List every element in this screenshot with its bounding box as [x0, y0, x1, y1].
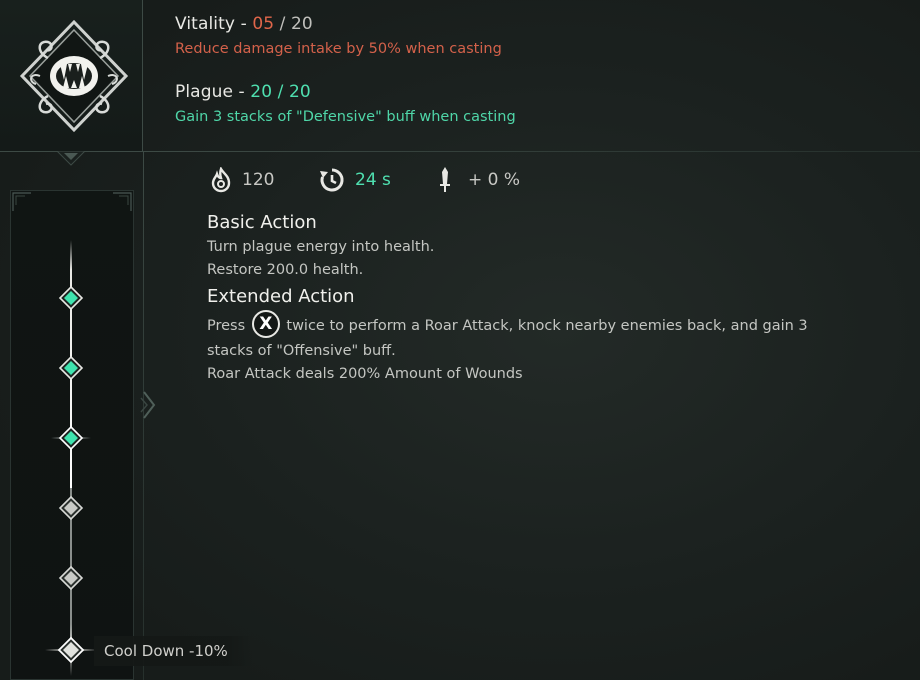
basic-action-description: Turn plague energy into health. Restore …: [207, 236, 847, 282]
extended-action-line: Press X twice to perform a Roar Attack, …: [207, 310, 847, 340]
extended-action-line: Roar Attack deals 200% Amount of Wounds: [207, 366, 523, 382]
skill-detail-panel: Vitality - 05 / 20 Reduce damage intake …: [0, 0, 920, 680]
x-button-icon: X: [251, 310, 280, 338]
node-selected[interactable]: [43, 622, 99, 678]
fanged-maw-icon: [19, 19, 129, 133]
extended-action-text: twice to perform a Roar Attack, knock ne…: [286, 318, 808, 334]
trait-name: Vitality: [175, 14, 236, 34]
node-unlocked[interactable]: [57, 354, 85, 382]
extended-action-description: Press X twice to perform a Roar Attack, …: [207, 310, 847, 386]
basic-action-line: Turn plague energy into health.: [207, 239, 435, 255]
chevron-right-icon: [140, 391, 156, 419]
trait-separator: -: [240, 14, 253, 34]
skill-icon-frame[interactable]: [0, 0, 143, 152]
extended-action-line: stacks of "Offensive" buff.: [207, 343, 396, 359]
energy-cost-value: 120: [242, 170, 275, 190]
trait-description: Reduce damage intake by 50% when casting: [175, 41, 502, 57]
energy-cost-stat: 120: [210, 166, 274, 194]
cooldown-stat: 24 s: [319, 166, 391, 194]
cooldown-timer-icon: [320, 168, 344, 192]
trait-slash: /: [277, 82, 289, 102]
trait-plague: Plague - 20 / 20: [175, 82, 311, 102]
node-locked[interactable]: [57, 564, 85, 592]
basic-action-line: Restore 200.0 health.: [207, 262, 364, 278]
corner-ornament-icon: [12, 192, 31, 211]
trait-slash: /: [279, 14, 292, 34]
trait-current-level: 20: [250, 82, 273, 102]
damage-bonus-stat: + 0 %: [438, 166, 520, 194]
trait-name: Plague: [175, 82, 234, 102]
trait-max-level: 20: [289, 82, 311, 102]
trait-max-level: 20: [291, 14, 313, 34]
damage-bonus-value: + 0 %: [468, 170, 521, 190]
node-unlocked-current[interactable]: [49, 416, 93, 460]
trait-vitality: Vitality - 05 / 20: [175, 14, 313, 34]
header-divider: [143, 151, 920, 152]
trait-description: Gain 3 stacks of "Defensive" buff when c…: [175, 109, 516, 125]
node-locked[interactable]: [57, 494, 85, 522]
dagger-icon: [440, 167, 450, 192]
flame-icon: [211, 167, 231, 193]
header-notch: [57, 151, 85, 166]
cooldown-value: 24 s: [355, 170, 391, 190]
extended-action-title: Extended Action: [207, 286, 355, 307]
trait-current-level: 05: [252, 14, 275, 34]
node-unlocked[interactable]: [57, 284, 85, 312]
node-tooltip-label: Cool Down -10%: [94, 636, 252, 666]
trait-separator: -: [238, 82, 251, 102]
corner-ornament-icon: [113, 192, 132, 211]
basic-action-title: Basic Action: [207, 212, 317, 233]
press-word: Press: [207, 318, 246, 334]
